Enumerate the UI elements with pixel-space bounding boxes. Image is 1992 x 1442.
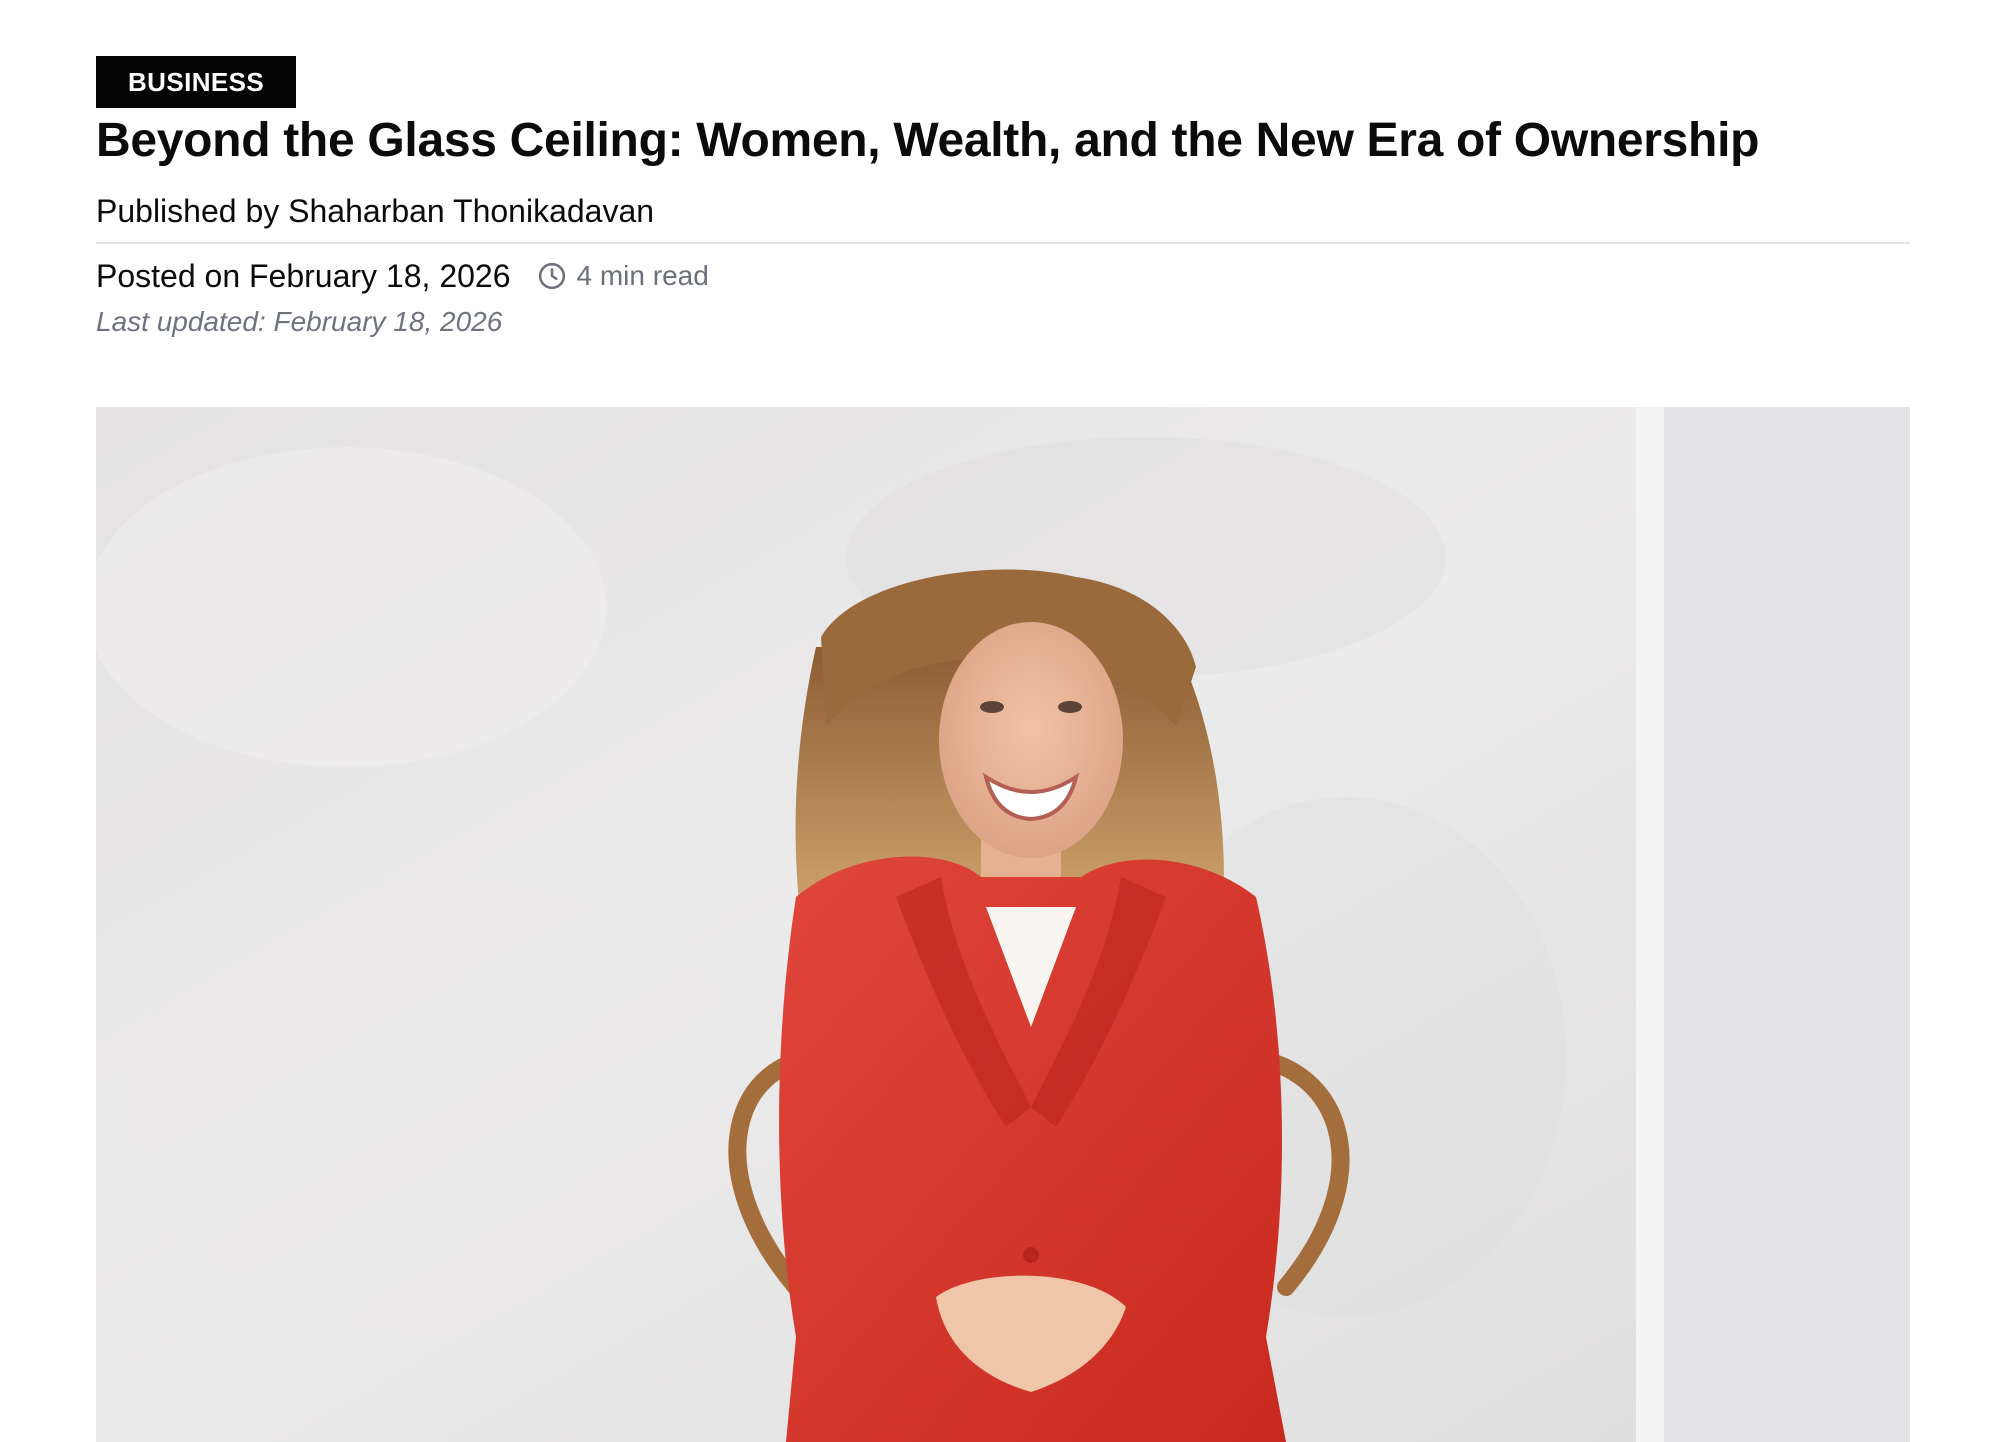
last-updated-date: Last updated: February 18, 2026: [96, 306, 503, 337]
hero-image: [96, 407, 1910, 1442]
read-time-info: 4 min read: [537, 254, 709, 298]
article-header: BUSINESS Beyond the Glass Ceiling: Women…: [96, 56, 1910, 342]
clock-icon: [537, 261, 567, 291]
publisher-line: Published by Shaharban Thonikadavan: [96, 193, 655, 229]
category-badge[interactable]: BUSINESS: [96, 56, 297, 108]
posted-date: Posted on February 18, 2026: [96, 258, 511, 294]
meta-divider: [96, 242, 1910, 244]
article-meta: Posted on February 18, 2026 4 min read: [96, 254, 1910, 298]
read-time: 4 min read: [576, 260, 709, 291]
article-title: Beyond the Glass Ceiling: Women, Wealth,…: [96, 114, 1760, 167]
